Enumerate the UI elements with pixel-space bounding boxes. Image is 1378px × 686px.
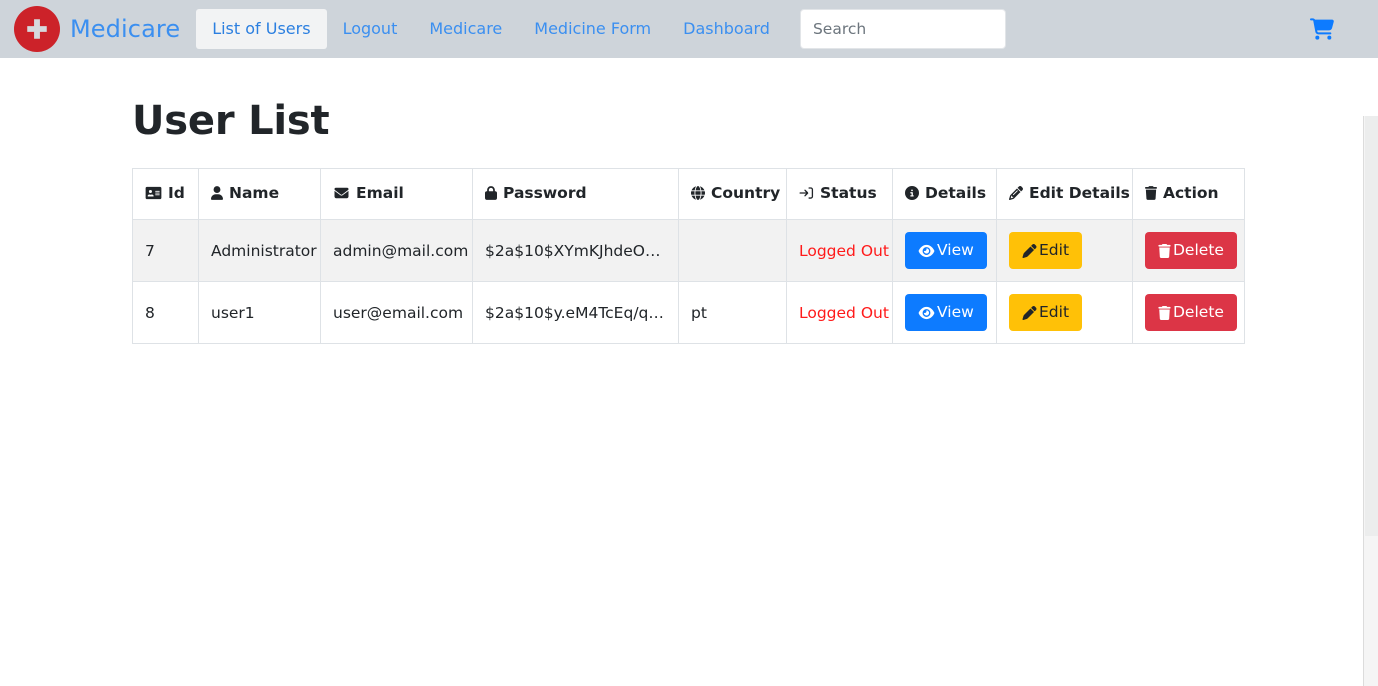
column-header-status-label: Status [820, 184, 877, 202]
page-scrollbar[interactable] [1363, 116, 1378, 686]
column-header-country-label: Country [711, 184, 781, 202]
cell-status: Logged Out [786, 219, 893, 282]
column-header-details-label: Details [925, 184, 987, 202]
nav-link-logout[interactable]: Logout [327, 9, 414, 49]
table-row: 8 user1 user@email.com $2a$10$y.eM4TcEq/… [132, 281, 1245, 344]
column-header-action: Action [1132, 168, 1245, 220]
delete-button[interactable]: Delete [1145, 294, 1237, 331]
table-header-row: Id Name Email Password Country Status De… [132, 168, 1245, 220]
column-header-name: Name [198, 168, 321, 220]
globe-icon [691, 186, 705, 204]
column-header-id: Id [132, 168, 199, 220]
main-content: User List Id Name Email Password Country… [0, 58, 1378, 686]
scrollbar-thumb[interactable] [1365, 116, 1378, 536]
status-badge: Logged Out [799, 241, 889, 260]
user-icon [211, 186, 223, 204]
id-card-icon [145, 186, 162, 204]
top-navbar: Medicare List of Users Logout Medicare M… [0, 0, 1378, 58]
delete-button-label: Delete [1173, 303, 1224, 321]
eye-icon [918, 306, 935, 320]
view-button-label: View [937, 241, 974, 259]
edit-button-label: Edit [1039, 303, 1070, 321]
nav-link-list-of-users[interactable]: List of Users [196, 9, 327, 49]
view-button[interactable]: View [905, 294, 987, 331]
view-button[interactable]: View [905, 232, 987, 269]
table-header: Id Name Email Password Country Status De… [132, 168, 1245, 220]
info-circle-icon [905, 186, 919, 204]
trash-icon [1158, 305, 1171, 320]
trash-icon [1145, 186, 1157, 204]
column-header-email: Email [320, 168, 473, 220]
column-header-edit-details: Edit Details [996, 168, 1133, 220]
pencil-icon [1022, 243, 1037, 258]
pencil-icon [1009, 185, 1023, 204]
delete-button-label: Delete [1173, 241, 1224, 259]
column-header-name-label: Name [229, 184, 280, 202]
search-input[interactable] [799, 9, 1006, 49]
edit-button[interactable]: Edit [1009, 232, 1083, 269]
cell-name: user1 [198, 281, 321, 344]
column-header-status: Status [786, 168, 893, 220]
cell-status: Logged Out [786, 281, 893, 344]
cell-edit: Edit [996, 219, 1133, 282]
pencil-icon [1022, 305, 1037, 320]
cell-details: View [892, 281, 997, 344]
page-title: User List [132, 98, 330, 144]
column-header-password-label: Password [503, 184, 587, 202]
eye-icon [918, 244, 935, 258]
column-header-email-label: Email [356, 184, 404, 202]
column-header-id-label: Id [168, 184, 185, 202]
cell-password: $2a$10$y.eM4TcEq/qr... [472, 281, 679, 344]
cell-edit: Edit [996, 281, 1133, 344]
sign-in-arrow-icon [799, 186, 814, 204]
medical-cross-logo-icon [14, 6, 60, 52]
column-header-edit-details-label: Edit Details [1029, 184, 1130, 202]
cell-action: Delete [1132, 219, 1245, 282]
table-row: 7 Administrator admin@mail.com $2a$10$XY… [132, 219, 1245, 282]
cell-email: admin@mail.com [320, 219, 473, 282]
edit-button[interactable]: Edit [1009, 294, 1083, 331]
cell-country: pt [678, 281, 787, 344]
nav-link-medicine-form[interactable]: Medicine Form [518, 9, 667, 49]
envelope-icon [333, 186, 350, 204]
user-list-table: Id Name Email Password Country Status De… [132, 168, 1245, 344]
column-header-password: Password [472, 168, 679, 220]
cell-details: View [892, 219, 997, 282]
status-badge: Logged Out [799, 303, 889, 322]
column-header-action-label: Action [1163, 184, 1219, 202]
brand-label: Medicare [70, 15, 181, 43]
lock-icon [485, 186, 497, 204]
cell-id: 7 [132, 219, 199, 282]
nav-link-medicare[interactable]: Medicare [413, 9, 518, 49]
column-header-country: Country [678, 168, 787, 220]
password-hash: $2a$10$y.eM4TcEq/qr... [485, 303, 666, 322]
password-hash: $2a$10$XYmKJhdeOb4... [485, 241, 666, 260]
column-header-details: Details [892, 168, 997, 220]
cell-country [678, 219, 787, 282]
table-body: 7 Administrator admin@mail.com $2a$10$XY… [132, 219, 1245, 344]
cell-action: Delete [1132, 281, 1245, 344]
shopping-cart-icon[interactable] [1310, 18, 1334, 40]
cell-name: Administrator [198, 219, 321, 282]
edit-button-label: Edit [1039, 241, 1070, 259]
cell-email: user@email.com [320, 281, 473, 344]
cell-id: 8 [132, 281, 199, 344]
nav-links: List of Users Logout Medicare Medicine F… [196, 9, 786, 49]
view-button-label: View [937, 303, 974, 321]
cell-password: $2a$10$XYmKJhdeOb4... [472, 219, 679, 282]
nav-link-dashboard[interactable]: Dashboard [667, 9, 786, 49]
brand[interactable]: Medicare [14, 6, 180, 52]
delete-button[interactable]: Delete [1145, 232, 1237, 269]
trash-icon [1158, 243, 1171, 258]
